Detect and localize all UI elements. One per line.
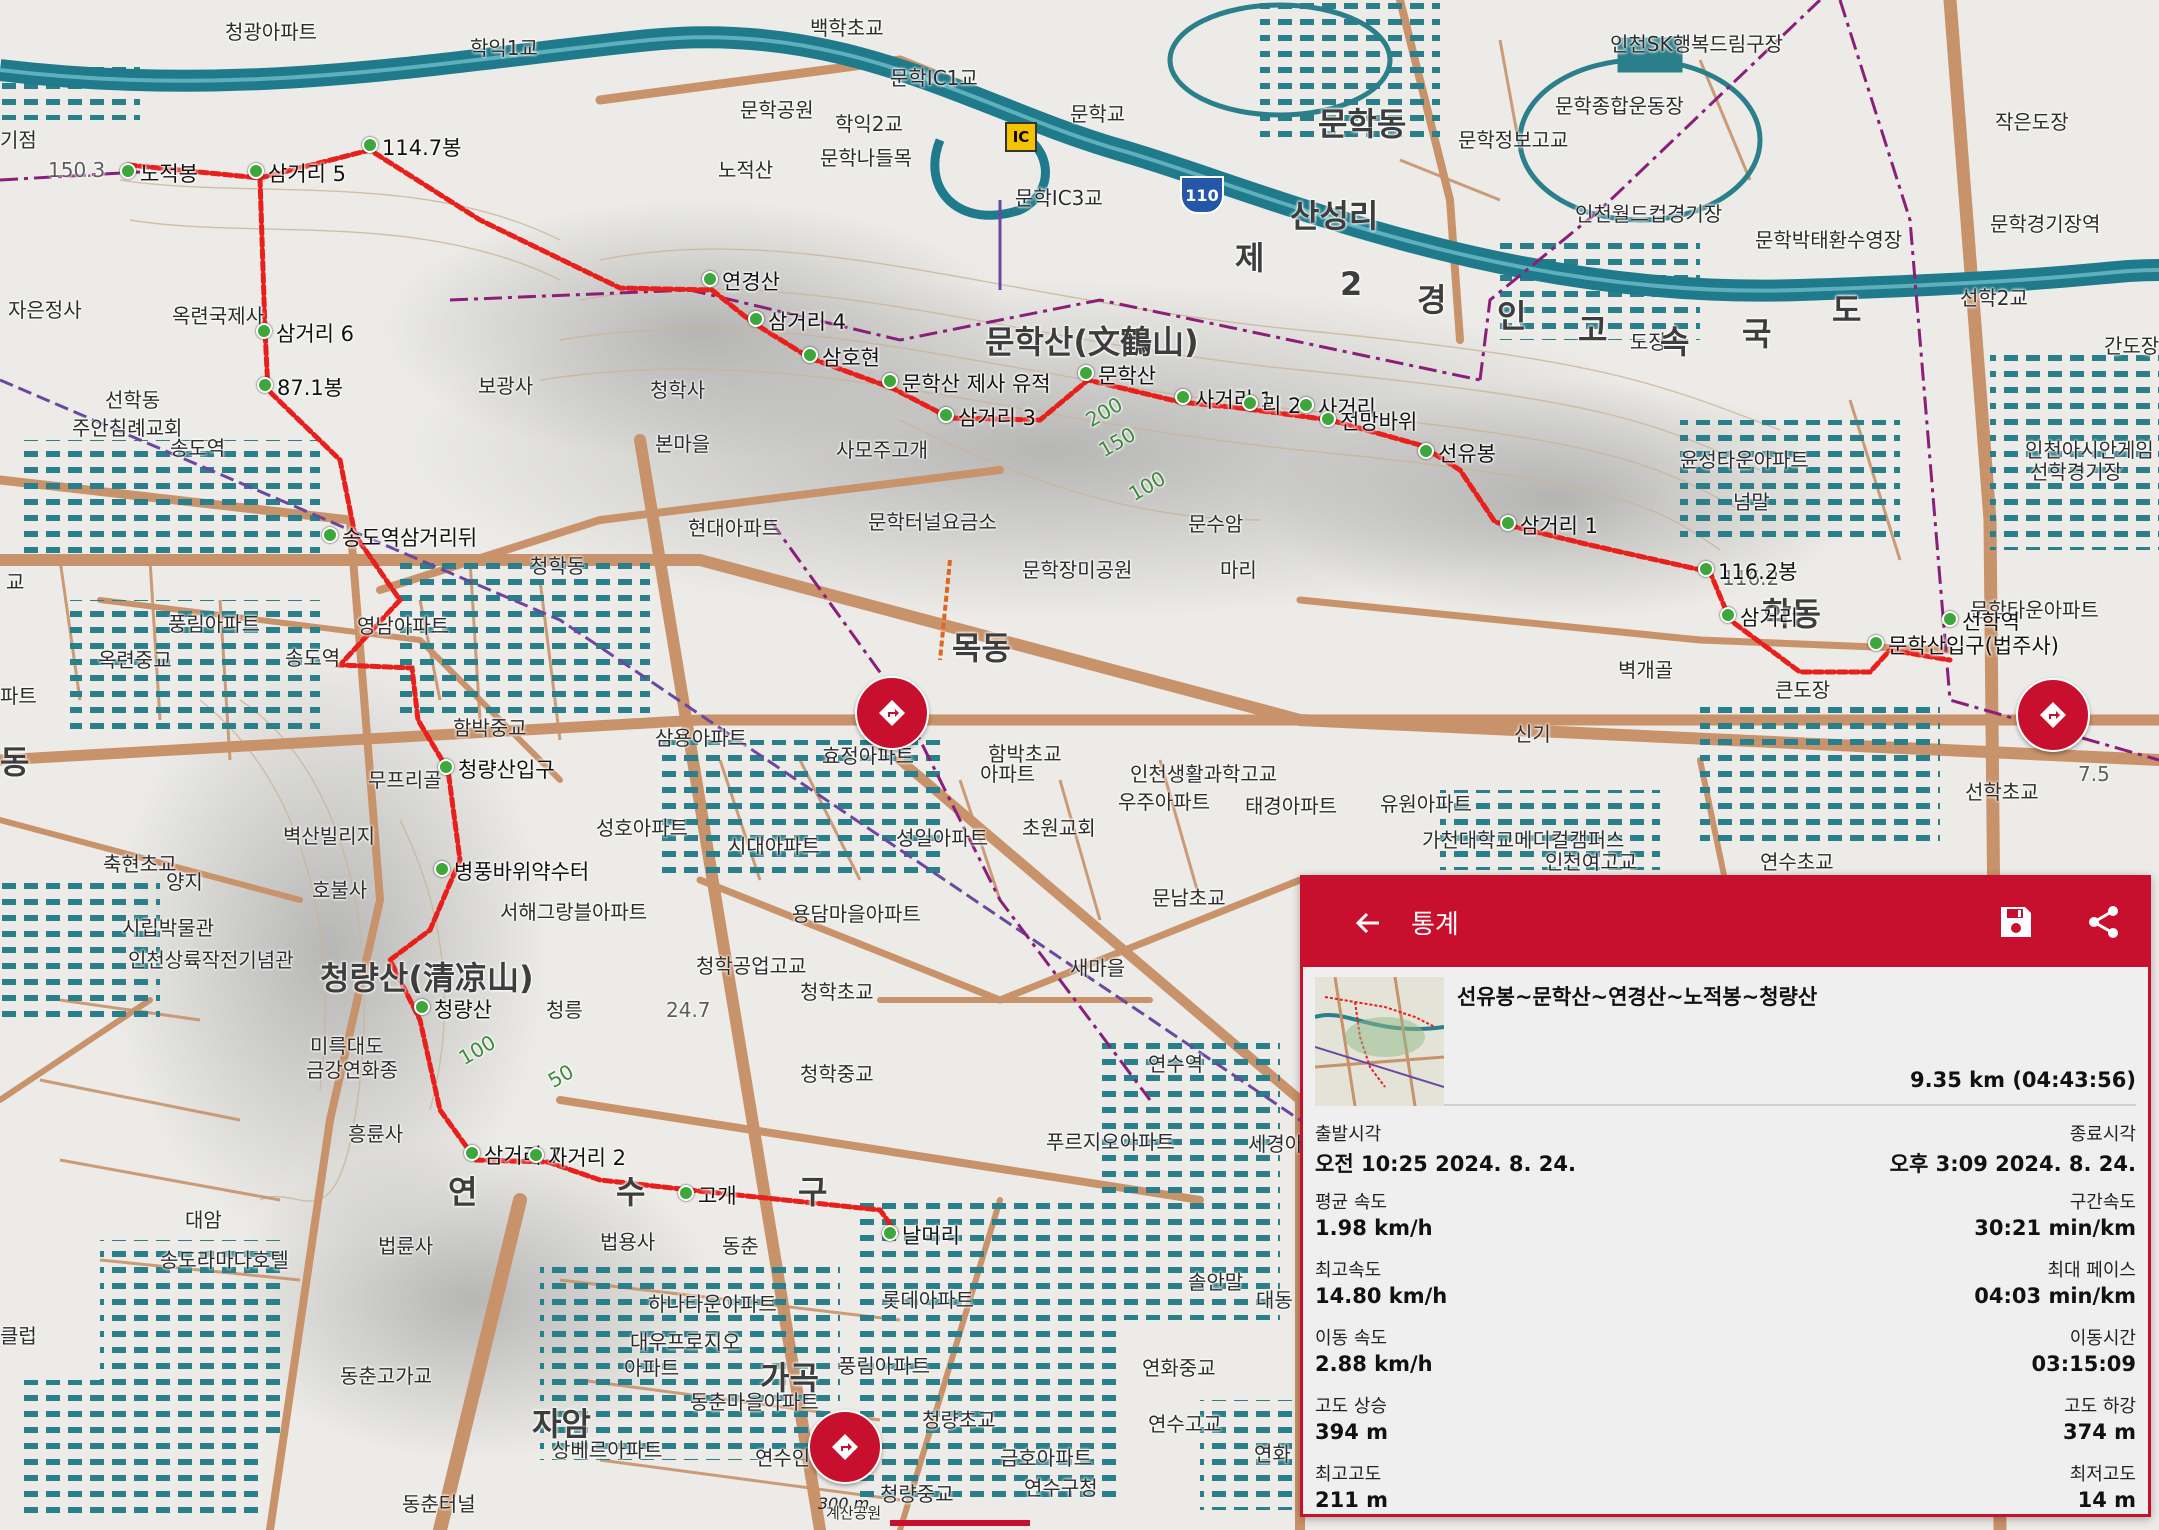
- end-time-label: 종료시각: [2069, 1124, 2136, 1145]
- waypoint[interactable]: 노적봉: [120, 158, 198, 188]
- navigate-icon: [832, 1434, 858, 1460]
- waypoint[interactable]: 87.1봉: [256, 372, 343, 402]
- waypoint[interactable]: 삼거리 4: [748, 306, 846, 336]
- waypoint[interactable]: 삼거리: [1720, 602, 1798, 632]
- stats-panel: 통계 선유봉~문학산~연경산~노적봉~청량산 9.35 km (04:43:56…: [1300, 875, 2151, 1517]
- save-icon: [2001, 907, 2031, 937]
- max-altitude-value: 211 m: [1315, 1488, 1389, 1512]
- stats-row: 고도 상승 394 m 고도 하강 374 m: [1315, 1390, 2136, 1458]
- waypoint[interactable]: 삼거리 5: [248, 158, 346, 188]
- max-speed-value: 14.80 km/h: [1315, 1284, 1448, 1308]
- waypoint[interactable]: 문학산: [1078, 360, 1156, 390]
- waypoint[interactable]: 전망바위: [1319, 406, 1417, 436]
- max-speed-label: 최고속도: [1315, 1260, 1382, 1281]
- stats-row: 최고속도 14.80 km/h 최대 페이스 04:03 min/km: [1315, 1254, 2136, 1322]
- waypoint[interactable]: 삼거리 3: [938, 402, 1036, 432]
- back-button[interactable]: [1333, 878, 1403, 967]
- waypoint[interactable]: 114.7봉: [361, 132, 461, 162]
- stats-row: 이동 속도 2.88 km/h 이동시간 03:15:09: [1315, 1322, 2136, 1390]
- moving-speed-value: 2.88 km/h: [1315, 1352, 1433, 1376]
- pace-value: 30:21 min/km: [1974, 1216, 2136, 1240]
- navigate-button[interactable]: [808, 1410, 882, 1484]
- back-arrow-icon: [1355, 912, 1379, 933]
- scale-bar: [890, 1520, 1030, 1526]
- elevation-gain-label: 고도 상승: [1315, 1396, 1387, 1417]
- waypoint[interactable]: 리 2: [1241, 390, 1301, 420]
- navigate-button[interactable]: [2016, 678, 2090, 752]
- share-button[interactable]: [2082, 900, 2126, 944]
- min-altitude-value: 14 m: [2077, 1488, 2136, 1512]
- stats-row: 최고고도 211 m 최저고도 14 m: [1315, 1458, 2136, 1526]
- moving-time-value: 03:15:09: [2031, 1352, 2136, 1376]
- stats-title: 통계: [1411, 910, 1459, 940]
- stats-row: 출발시각 오전 10:25 2024. 8. 24. 종료시각 오후 3:09 …: [1315, 1118, 2136, 1186]
- avg-speed-value: 1.98 km/h: [1315, 1216, 1433, 1240]
- waypoint[interactable]: 청량산입구: [438, 754, 555, 784]
- highway-110-shield: 110: [1180, 176, 1224, 214]
- waypoint[interactable]: 고개: [678, 1180, 737, 1210]
- elevation-loss-label: 고도 하강: [2064, 1396, 2136, 1417]
- navigate-icon: [879, 700, 905, 726]
- navigate-icon: [2040, 702, 2066, 728]
- min-altitude-label: 최저고도: [2069, 1464, 2136, 1485]
- route-thumbnail: [1315, 977, 1444, 1106]
- max-altitude-label: 최고고도: [1315, 1464, 1382, 1485]
- waypoint[interactable]: 청량산: [414, 994, 492, 1024]
- waypoint[interactable]: 116.2봉: [1697, 556, 1797, 586]
- elevation-gain-value: 394 m: [1315, 1420, 1389, 1444]
- route-summary[interactable]: 선유봉~문학산~연경산~노적봉~청량산 9.35 km (04:43:56): [1315, 967, 2136, 1106]
- elevation-loss-value: 374 m: [2062, 1420, 2136, 1444]
- scale-label: 300 m: [818, 1494, 870, 1513]
- waypoint[interactable]: 날머리: [882, 1220, 960, 1250]
- end-time-value: 오후 3:09 2024. 8. 24.: [1889, 1152, 2136, 1176]
- route-name: 선유봉~문학산~연경산~노적봉~청량산: [1457, 985, 1818, 1009]
- moving-time-label: 이동시간: [2069, 1328, 2136, 1349]
- save-button[interactable]: [1994, 900, 2038, 944]
- max-pace-label: 최대 페이스: [2047, 1260, 2136, 1281]
- route-distance-time: 9.35 km (04:43:56): [1910, 1068, 2136, 1092]
- waypoint[interactable]: 삼거리 6: [256, 318, 354, 348]
- waypoint[interactable]: 선유봉: [1418, 438, 1496, 468]
- waypoint[interactable]: 연경산: [702, 266, 780, 296]
- ic-road-shield: IC: [1005, 122, 1037, 152]
- avg-speed-label: 평균 속도: [1315, 1192, 1387, 1213]
- start-time-value: 오전 10:25 2024. 8. 24.: [1315, 1152, 1576, 1176]
- waypoint[interactable]: 송도역삼거리뒤: [321, 522, 477, 552]
- waypoint[interactable]: 삼호현: [802, 342, 880, 372]
- navigate-button[interactable]: [855, 676, 929, 750]
- waypoint[interactable]: 문학산입구(법주사): [1868, 630, 2059, 660]
- share-icon: [2089, 906, 2118, 938]
- start-time-label: 출발시각: [1315, 1124, 1382, 1145]
- waypoint[interactable]: 문학산 제사 유적: [882, 368, 1051, 398]
- pace-label: 구간속도: [2069, 1192, 2136, 1213]
- moving-speed-label: 이동 속도: [1315, 1328, 1387, 1349]
- waypoint[interactable]: 사거리 2: [528, 1142, 626, 1172]
- max-pace-value: 04:03 min/km: [1974, 1284, 2136, 1308]
- waypoint[interactable]: 삼거리 1: [1500, 510, 1598, 540]
- stats-table: 출발시각 오전 10:25 2024. 8. 24. 종료시각 오후 3:09 …: [1315, 1118, 2136, 1526]
- stats-header: 통계: [1303, 878, 2148, 967]
- stats-row: 평균 속도 1.98 km/h 구간속도 30:21 min/km: [1315, 1186, 2136, 1254]
- waypoint[interactable]: 병풍바위약수터: [433, 856, 589, 886]
